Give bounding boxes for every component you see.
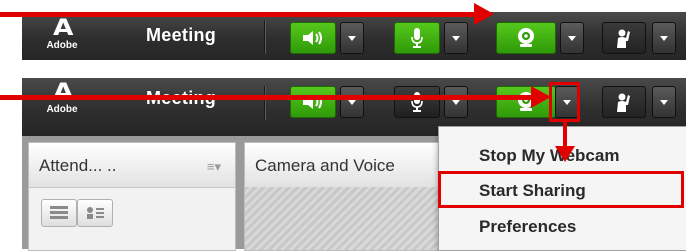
meeting-menu[interactable]: Meeting [146, 25, 216, 46]
adobe-logo[interactable]: A Adobe [42, 82, 82, 120]
speaker-button[interactable] [290, 86, 336, 118]
raise-hand-icon [617, 29, 630, 48]
attendees-pod-title: Attend... .. [39, 156, 117, 175]
adobe-logo-mark: A [52, 16, 73, 41]
webcam-icon [518, 28, 534, 47]
adobe-logo-word: Adobe [46, 104, 78, 115]
toolbar-divider [264, 20, 265, 54]
webcam-button[interactable] [496, 22, 556, 54]
raise-hand-dropdown-button[interactable] [652, 22, 676, 54]
annotation-box-start-sharing [438, 171, 684, 208]
camera-voice-pod-body [245, 187, 441, 250]
speaker-dropdown-button[interactable] [340, 86, 364, 118]
raise-hand-icon [617, 93, 630, 112]
menu-item-stop-webcam[interactable]: Stop My Webcam [479, 146, 619, 166]
grid-view-button[interactable] [77, 199, 113, 227]
speaker-dropdown-button[interactable] [340, 22, 364, 54]
adobe-logo-mark: A [52, 80, 73, 105]
grid-view-icon [87, 207, 104, 219]
raise-hand-button[interactable] [602, 22, 646, 54]
menu-item-preferences[interactable]: Preferences [479, 217, 576, 237]
microphone-dropdown-button[interactable] [444, 22, 468, 54]
microphone-dropdown-button[interactable] [444, 86, 468, 118]
adobe-logo-word: Adobe [46, 40, 78, 51]
camera-voice-pod-header: Camera and Voice [245, 143, 441, 188]
raise-hand-dropdown-button[interactable] [652, 86, 676, 118]
annotation-arrow-bottom-head [531, 86, 551, 108]
list-view-button[interactable] [41, 199, 77, 227]
pod-menu-icon[interactable]: ≡▾ [207, 159, 221, 175]
raise-hand-button[interactable] [602, 86, 646, 118]
annotation-arrow-top-line [0, 12, 478, 17]
attendees-pod-header: Attend... .. ≡▾ [29, 143, 235, 188]
annotation-arrow-bottom-line [0, 95, 535, 100]
microphone-button[interactable] [394, 86, 440, 118]
webcam-dropdown-button[interactable] [560, 22, 584, 54]
speaker-button[interactable] [290, 22, 336, 54]
camera-voice-pod-title: Camera and Voice [255, 156, 395, 175]
camera-voice-pod: Camera and Voice [244, 142, 442, 251]
annotation-arrow-down-head [555, 146, 575, 162]
attendees-pod: Attend... .. ≡▾ [28, 142, 236, 251]
annotation-arrow-top-head [474, 3, 494, 25]
annotation-box-dropdown [549, 82, 580, 122]
toolbar-divider [264, 86, 265, 120]
microphone-button[interactable] [394, 22, 440, 54]
list-view-icon [50, 206, 68, 219]
adobe-logo[interactable]: A Adobe [42, 18, 82, 56]
meeting-toolbar-top: A Adobe Meeting [22, 12, 686, 60]
microphone-icon [411, 28, 423, 48]
speaker-icon [303, 31, 322, 45]
